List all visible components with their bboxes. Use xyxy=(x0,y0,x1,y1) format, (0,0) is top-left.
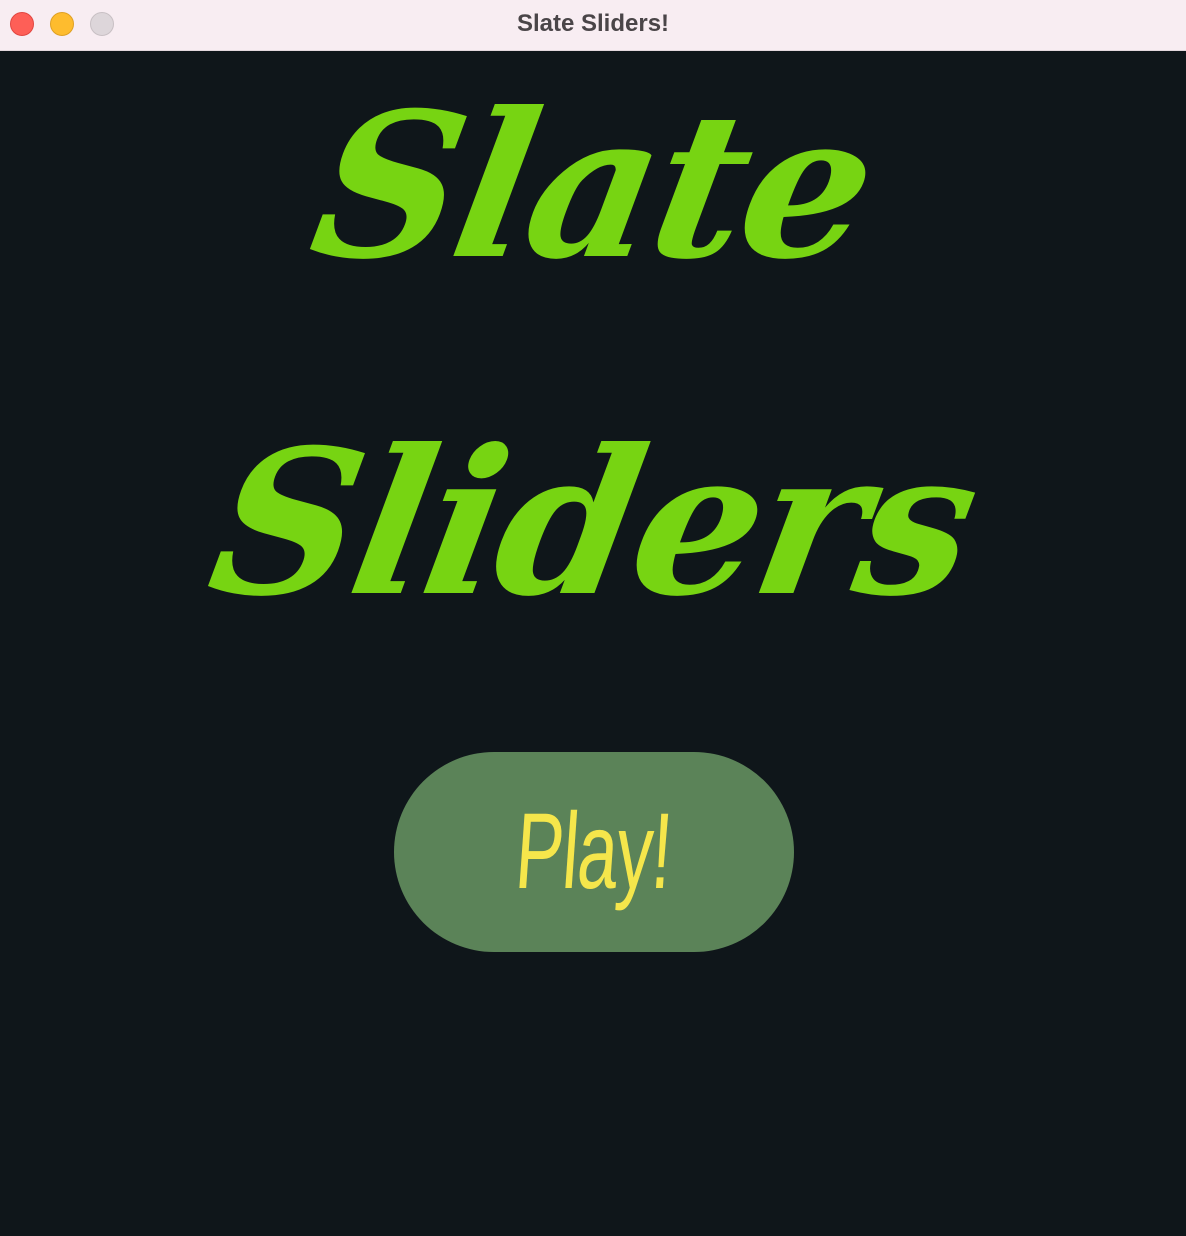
play-button[interactable]: Play! xyxy=(394,752,794,952)
window-title: Slate Sliders! xyxy=(516,10,670,37)
logo-title-line-2: Sliders xyxy=(195,406,991,641)
window-titlebar: Slate Sliders! xyxy=(0,0,1186,51)
game-canvas: Slate Sliders xyxy=(0,52,1186,1236)
play-button-label: Play! xyxy=(512,792,676,912)
logo-title-line-1: Slate xyxy=(297,69,889,304)
